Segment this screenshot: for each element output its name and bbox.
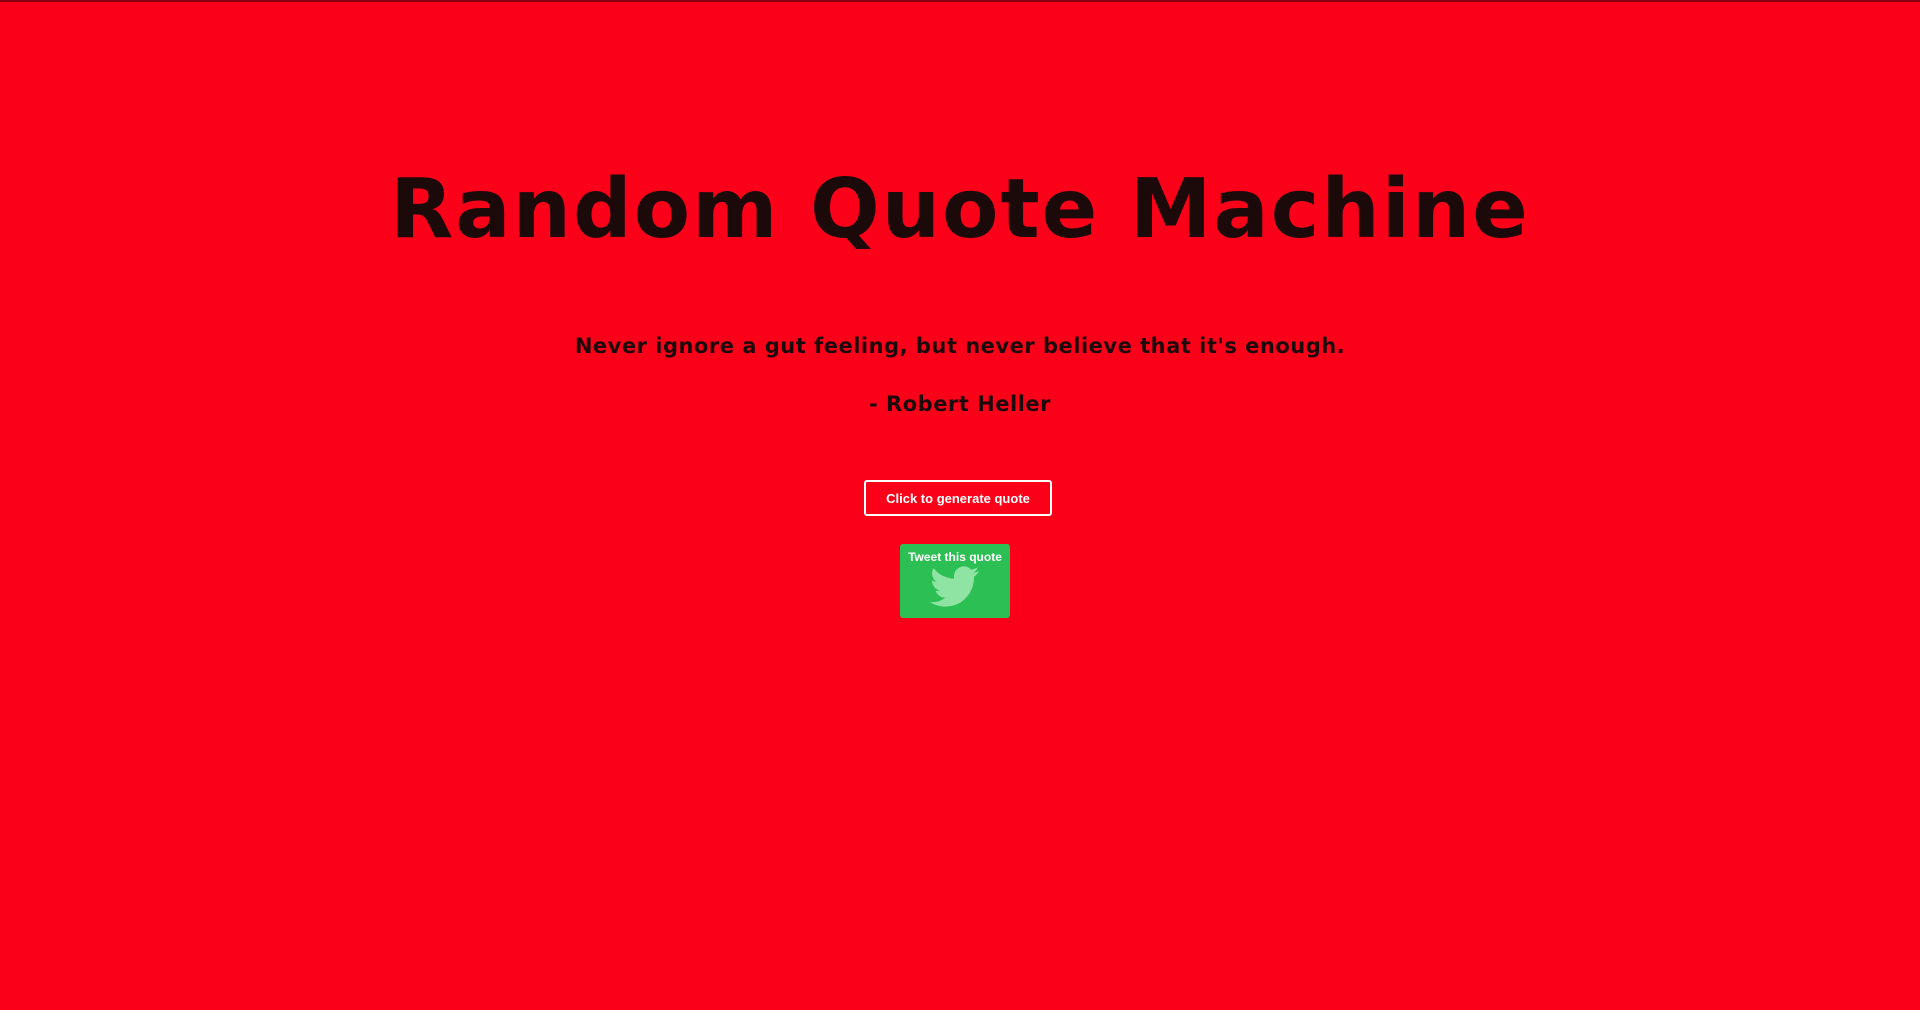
quote-author: - Robert Heller: [869, 392, 1051, 416]
twitter-bird-icon: [930, 566, 980, 607]
tweet-button-label: Tweet this quote: [908, 550, 1002, 564]
quote-text: Never ignore a gut feeling, but never be…: [574, 334, 1346, 358]
page-title: Random Quote Machine: [390, 162, 1530, 257]
page: Random Quote Machine Never ignore a gut …: [0, 2, 1920, 1010]
tweet-quote-button[interactable]: Tweet this quote: [900, 544, 1010, 618]
generate-quote-button[interactable]: Click to generate quote: [864, 480, 1052, 516]
